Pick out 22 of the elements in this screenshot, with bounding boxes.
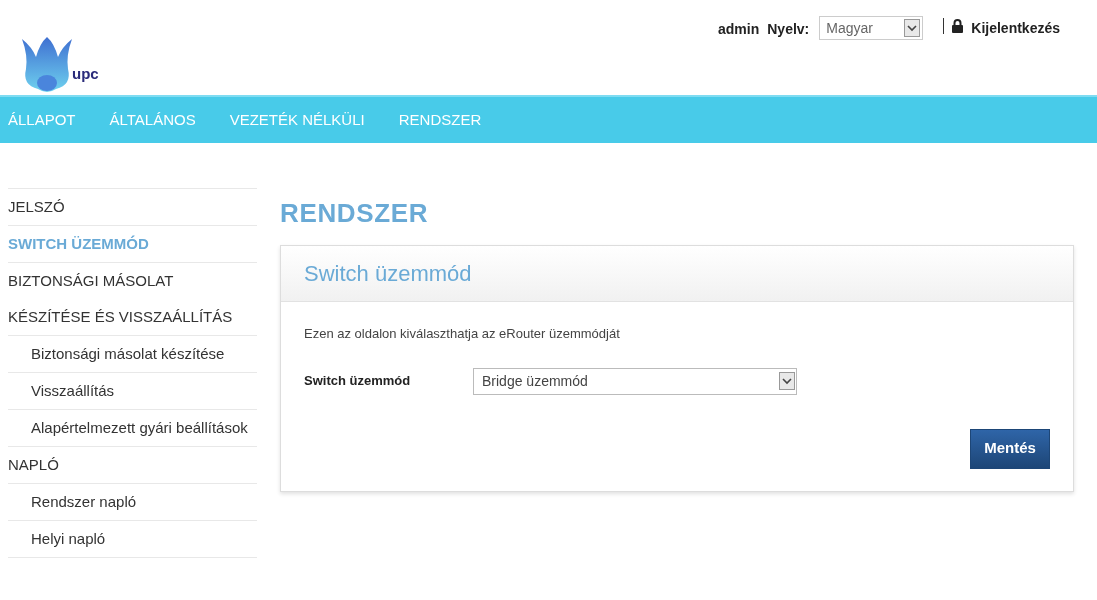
- save-button[interactable]: Mentés: [970, 428, 1050, 469]
- field-label: Switch üzemmód: [304, 372, 412, 391]
- sidebar-item[interactable]: NAPLÓ: [8, 447, 257, 484]
- language-label: Nyelv:: [767, 20, 810, 39]
- sidebar-item[interactable]: BIZTONSÁGI MÁSOLAT KÉSZÍTÉSE ÉS VISSZAÁLLÍTÁS: [8, 263, 257, 336]
- sidebar-item[interactable]: JELSZÓ: [8, 189, 257, 226]
- sidebar-item[interactable]: Rendszer napló: [8, 484, 257, 521]
- dropdown-caret-icon: [904, 19, 921, 37]
- description-text: Ezen az oldalon kiválaszthatja az eRouter üzemmódját: [304, 325, 621, 343]
- logo-text: upc: [72, 63, 99, 84]
- lock-icon: [952, 19, 964, 33]
- mode-select[interactable]: Bridge üzemmód: [473, 367, 797, 395]
- sidebar-item[interactable]: Alapértelmezett gyári beállítások: [8, 410, 257, 447]
- language-select[interactable]: Magyar: [819, 16, 924, 40]
- dropdown-caret-icon: [779, 372, 795, 390]
- sidebar-item[interactable]: Biztonsági másolat készítése: [8, 336, 257, 373]
- page-title: RENDSZER: [280, 197, 430, 230]
- logout-link[interactable]: Kijelentkezés: [971, 18, 1060, 39]
- sidebar-item[interactable]: Helyi napló: [8, 521, 257, 558]
- username-label: admin: [718, 20, 760, 39]
- sidebar-item[interactable]: Visszaállítás: [8, 373, 257, 410]
- panel-title: Switch üzemmód: [304, 260, 472, 288]
